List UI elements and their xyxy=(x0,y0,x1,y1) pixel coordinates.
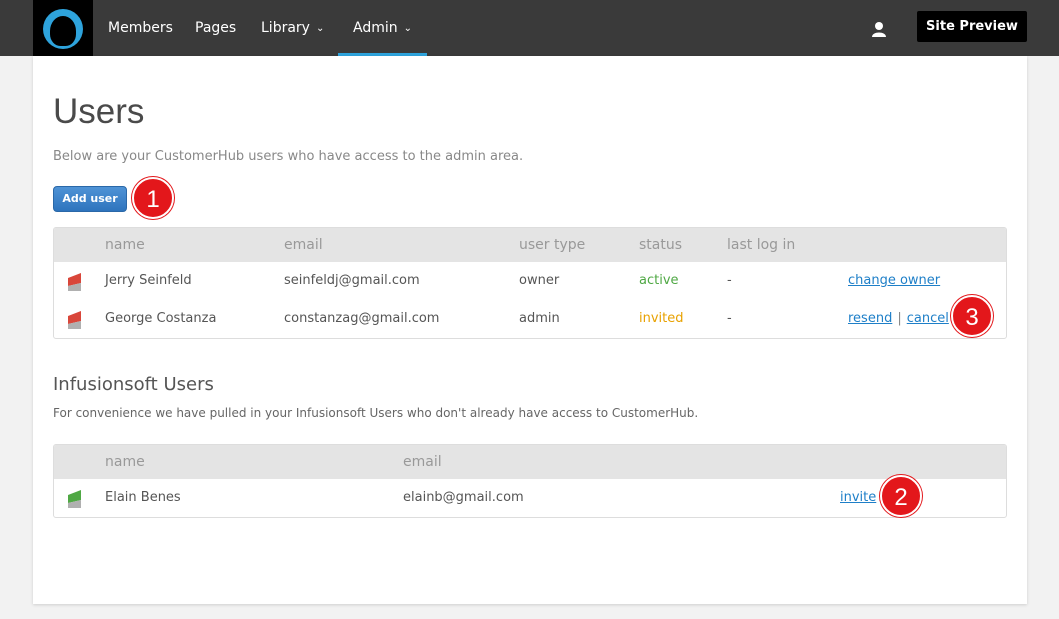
table-header: name email xyxy=(54,445,1006,479)
column-header-status: status xyxy=(639,237,683,253)
nav-members[interactable]: Members xyxy=(108,0,173,56)
invite-link[interactable]: invite xyxy=(840,490,876,505)
column-header-email: email xyxy=(284,237,323,253)
page-subtitle: Below are your CustomerHub users who hav… xyxy=(53,149,524,164)
nav-library-label: Library xyxy=(261,20,310,36)
resend-link[interactable]: resend xyxy=(848,311,892,326)
user-email: seinfeldj@gmail.com xyxy=(284,273,420,288)
callout-badge-2: 2 xyxy=(880,475,922,517)
action-separator: | xyxy=(897,311,902,326)
column-header-email: email xyxy=(403,454,442,470)
user-name: Jerry Seinfeld xyxy=(105,273,192,288)
last-log-in: - xyxy=(727,273,732,288)
table-row: Elain Benes elainb@gmail.com invite xyxy=(54,479,1006,517)
nav-pages-label: Pages xyxy=(195,20,237,36)
callout-badge-1: 1 xyxy=(132,177,174,219)
page-title: Users xyxy=(53,92,145,131)
nav-library[interactable]: Library ⌄ xyxy=(261,0,324,56)
cancel-link[interactable]: cancel xyxy=(907,311,949,326)
user-email: elainb@gmail.com xyxy=(403,490,524,505)
logo[interactable] xyxy=(33,0,93,56)
nav-admin[interactable]: Admin ⌄ xyxy=(337,0,428,56)
column-header-name: name xyxy=(105,237,145,253)
status-badge: active xyxy=(639,273,679,288)
logo-icon xyxy=(43,9,83,49)
user-icon[interactable] xyxy=(870,20,888,38)
site-preview-button[interactable]: Site Preview xyxy=(917,11,1027,42)
table-header: name email user type status last log in xyxy=(54,228,1006,262)
nav-admin-label: Admin xyxy=(353,20,398,36)
user-type: owner xyxy=(519,273,560,288)
main-panel: Users Below are your CustomerHub users w… xyxy=(33,56,1027,604)
column-header-name: name xyxy=(105,454,145,470)
chevron-down-icon: ⌄ xyxy=(403,23,413,34)
table-row: Jerry Seinfeld seinfeldj@gmail.com owner… xyxy=(54,262,1006,300)
table-row: George Costanza constanzag@gmail.com adm… xyxy=(54,300,1006,338)
chevron-down-icon: ⌄ xyxy=(315,23,325,34)
user-type: admin xyxy=(519,311,560,326)
infusionsoft-users-table: name email Elain Benes elainb@gmail.com … xyxy=(53,444,1007,518)
admin-users-table: name email user type status last log in … xyxy=(53,227,1007,339)
last-log-in: - xyxy=(727,311,732,326)
section-title: Infusionsoft Users xyxy=(53,374,214,395)
nav-pages[interactable]: Pages xyxy=(195,0,236,56)
change-owner-link[interactable]: change owner xyxy=(848,273,940,288)
nav-members-label: Members xyxy=(108,20,173,36)
user-name: Elain Benes xyxy=(105,490,181,505)
user-name: George Costanza xyxy=(105,311,217,326)
user-email: constanzag@gmail.com xyxy=(284,311,440,326)
column-header-last-log-in: last log in xyxy=(727,237,796,253)
user-role-icon xyxy=(68,490,81,508)
callout-badge-3: 3 xyxy=(951,295,993,337)
user-role-icon xyxy=(68,311,81,329)
section-subtitle: For convenience we have pulled in your I… xyxy=(53,406,699,420)
user-role-icon xyxy=(68,273,81,291)
top-nav-bar: Members Pages Library ⌄ Admin ⌄ Site Previ… xyxy=(0,0,1059,56)
column-header-user-type: user type xyxy=(519,237,586,253)
add-user-button[interactable]: Add user xyxy=(53,186,127,212)
status-badge: invited xyxy=(639,311,684,326)
